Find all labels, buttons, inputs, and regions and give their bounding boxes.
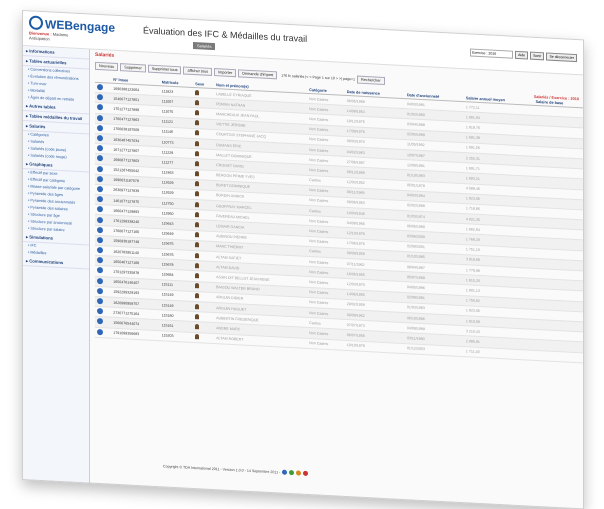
person-icon: [195, 89, 200, 95]
toolbar-button[interactable]: Demande d'import: [238, 69, 278, 80]
app-title: Évaluation des IFC & Médailles du travai…: [143, 25, 308, 44]
person-icon: [195, 242, 200, 248]
orange-icon[interactable]: [296, 470, 302, 476]
app-window: WEBengage Bienvenue : Madame Anticipation…: [22, 10, 584, 509]
person-icon: [195, 273, 200, 279]
edit-icon[interactable]: [97, 196, 103, 203]
pager[interactable]: 176 fc salariés |< < Page 1 sur 10 > >| …: [281, 74, 355, 82]
tab-salaries[interactable]: Salariés: [193, 41, 216, 51]
exercise-select[interactable]: Exercice : 2010: [470, 48, 514, 59]
exit-button[interactable]: Sortir: [530, 51, 545, 61]
person-icon: [195, 211, 200, 218]
edit-icon[interactable]: [97, 318, 103, 325]
person-icon: [195, 130, 200, 136]
table-cell: 115203: [159, 330, 194, 343]
person-icon: [195, 293, 200, 299]
edit-icon[interactable]: [97, 185, 103, 193]
edit-icon[interactable]: [97, 104, 103, 111]
red-icon[interactable]: [303, 470, 309, 477]
person-icon: [195, 99, 200, 106]
person-icon: [195, 232, 200, 238]
edit-icon[interactable]: [97, 226, 103, 233]
help-button[interactable]: Aide: [515, 50, 529, 60]
person-icon: [195, 150, 200, 157]
table-cell: 01/12/2003: [404, 343, 464, 357]
edit-icon[interactable]: [97, 297, 103, 305]
person-icon: [195, 252, 200, 258]
toolbar-button[interactable]: Importer: [214, 68, 237, 78]
edit-icon[interactable]: [97, 124, 103, 132]
edit-icon[interactable]: [97, 216, 103, 223]
table-cell: [193, 331, 215, 344]
person-icon: [195, 110, 200, 116]
toolbar-button[interactable]: Supprimer tous: [147, 64, 182, 75]
person-icon: [195, 181, 200, 187]
edit-icon[interactable]: [97, 328, 103, 335]
toolbar-button[interactable]: Supprimer: [120, 63, 146, 73]
edit-icon[interactable]: [97, 277, 103, 284]
person-icon: [195, 283, 200, 289]
table-cell: [95, 326, 112, 338]
edit-icon[interactable]: [97, 94, 103, 101]
logo-icon: [29, 15, 43, 31]
edit-icon[interactable]: [97, 257, 103, 264]
edit-icon[interactable]: [97, 145, 103, 152]
edit-icon[interactable]: [97, 267, 103, 274]
table-cell: 1791099356683: [111, 327, 160, 341]
main-content: Salariés Nouveau Supprimer Supprimer tous a…: [91, 50, 584, 509]
edit-icon[interactable]: [97, 287, 103, 295]
person-icon: [195, 334, 200, 340]
table-cell: [533, 349, 584, 363]
sidebar-section[interactable]: ▸ Communications: [23, 256, 89, 270]
welcome-text: Bienvenue : Madame Anticipation: [29, 30, 69, 42]
person-icon: [195, 222, 200, 228]
edit-icon[interactable]: [97, 134, 103, 142]
toolbar-button[interactable]: afficher tous: [183, 66, 213, 76]
person-icon: [195, 120, 200, 126]
globe-icon[interactable]: [282, 469, 288, 475]
person-icon: [195, 171, 200, 177]
edit-icon[interactable]: [97, 206, 103, 213]
top-actions: Exercice : 2010 Aide Sortir Se déconnect…: [470, 48, 577, 63]
sidebar: ▸ Informations ▸ Tables actuarielles • Con…: [23, 46, 90, 483]
edit-icon[interactable]: [97, 84, 103, 91]
green-icon[interactable]: [289, 470, 295, 476]
person-icon: [195, 140, 200, 146]
edit-icon[interactable]: [97, 247, 103, 254]
table-body: 1690388123064 111823 LABELLE CYRIAQUE Non C…: [95, 82, 584, 363]
person-icon: [195, 160, 200, 167]
logout-button[interactable]: Se déconnecter: [546, 52, 577, 63]
table-cell: 10/10/1979: [344, 339, 405, 354]
edit-icon[interactable]: [97, 165, 103, 172]
toolbar-button[interactable]: Nouveau: [95, 61, 119, 72]
person-icon: [195, 201, 200, 207]
person-icon: [195, 262, 200, 269]
person-icon: [195, 313, 200, 320]
person-icon: [195, 323, 200, 330]
person-icon: [195, 191, 200, 197]
edit-icon[interactable]: [97, 114, 103, 121]
edit-icon[interactable]: [97, 236, 103, 244]
employees-table: N° Insee Matricule Sexe Nom et prénom(s) Cat…: [95, 75, 584, 363]
table-cell: Non Cadres: [307, 337, 345, 351]
edit-icon[interactable]: [97, 155, 103, 162]
search-input[interactable]: Rechercher: [357, 75, 385, 86]
person-icon: [195, 303, 200, 309]
edit-icon[interactable]: [97, 175, 103, 183]
edit-icon[interactable]: [97, 308, 103, 315]
